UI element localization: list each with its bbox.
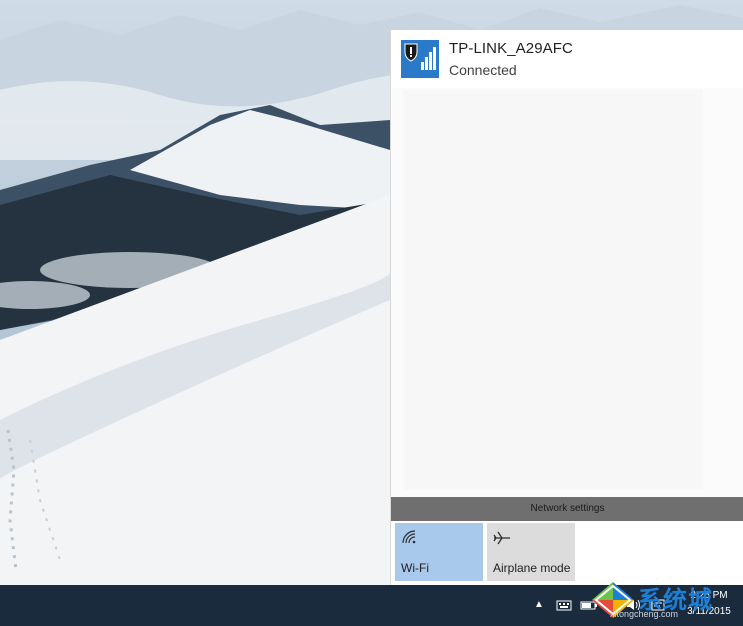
airplane-mode-button[interactable]: Airplane mode [487, 523, 575, 581]
network-entry[interactable]: TP-LINK_A29AFC Connected [391, 30, 743, 88]
network-settings-link[interactable]: Network settings [391, 497, 743, 521]
quick-actions: Wi-Fi Airplane mode [391, 521, 743, 585]
keyboard-icon[interactable] [556, 595, 572, 615]
airplane-icon [493, 529, 511, 547]
network-list-area [403, 90, 703, 490]
network-name: TP-LINK_A29AFC [449, 40, 573, 57]
wifi-icon [401, 529, 419, 547]
wifi-shield-warning-icon [401, 40, 439, 78]
network-status: Connected [449, 62, 517, 78]
watermark-url: xitongcheng.com [610, 609, 679, 619]
show-hidden-icons-icon[interactable]: ▲ [532, 595, 546, 615]
network-flyout: TP-LINK_A29AFC Connected Network setting… [390, 30, 743, 585]
wifi-toggle-button[interactable]: Wi-Fi [395, 523, 483, 581]
watermark-logo: 系统城 xitongcheng.com [590, 578, 740, 624]
airplane-mode-label: Airplane mode [493, 561, 571, 575]
wifi-label: Wi-Fi [401, 561, 429, 575]
